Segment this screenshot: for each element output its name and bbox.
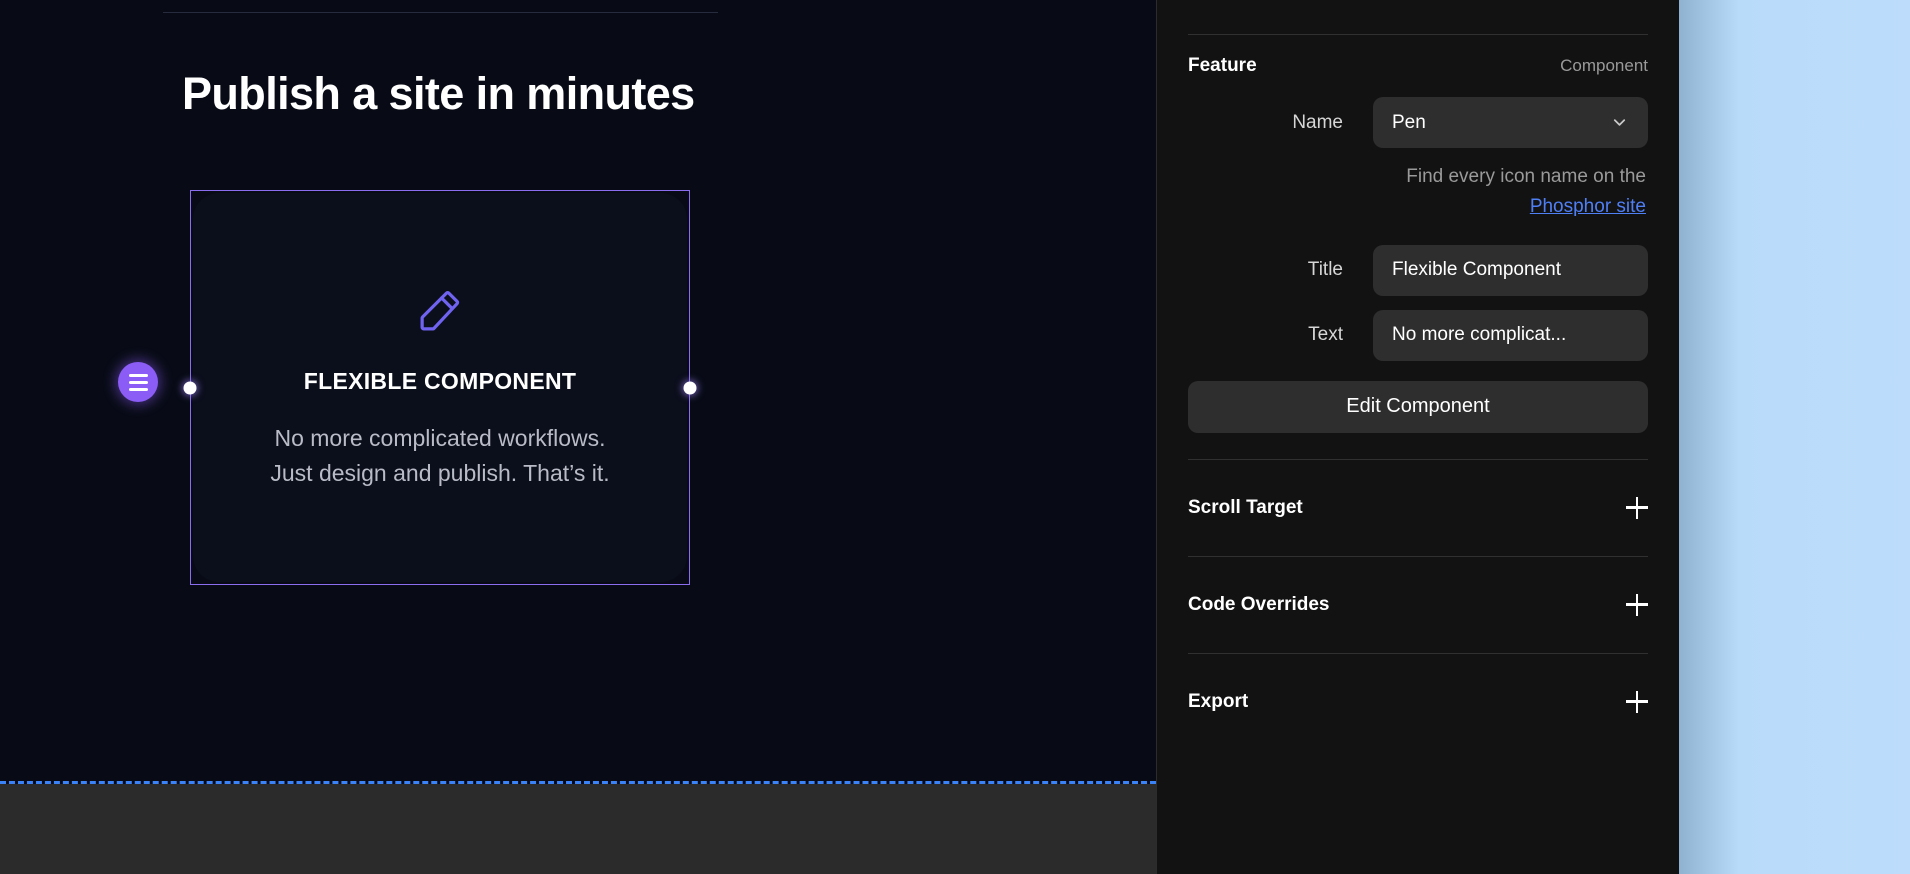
resize-handle-right[interactable] <box>683 381 697 394</box>
feature-section-header: Feature Component <box>1188 35 1648 97</box>
plus-icon[interactable] <box>1626 593 1648 616</box>
layers-icon[interactable] <box>118 362 158 402</box>
design-canvas[interactable]: Publish a site in minutes FLEXIBLE COMPO… <box>0 0 1156 874</box>
collapsible-label: Code Overrides <box>1188 593 1330 615</box>
feature-card[interactable]: FLEXIBLE COMPONENT No more complicated w… <box>193 193 687 582</box>
background-strip <box>1679 0 1910 874</box>
text-value: No more complicat... <box>1392 324 1567 346</box>
title-label: Title <box>1307 259 1343 281</box>
feature-card-text: No more complicated workflows. Just desi… <box>270 425 610 486</box>
section-title: Feature <box>1188 55 1257 76</box>
icon-name-value: Pen <box>1392 111 1426 133</box>
collapsible-label: Export <box>1188 690 1249 712</box>
edit-component-button[interactable]: Edit Component <box>1188 380 1648 433</box>
title-row: Title Flexible Component <box>1188 244 1648 296</box>
icon-name-select[interactable]: Pen <box>1373 97 1648 148</box>
selected-component-frame[interactable]: FLEXIBLE COMPONENT No more complicated w… <box>183 190 697 585</box>
phosphor-site-link[interactable]: Phosphor site <box>1530 196 1646 217</box>
chevron-down-icon <box>1610 113 1629 132</box>
canvas-headline: Publish a site in minutes <box>182 68 695 119</box>
icon-help-text: Find every icon name on the Phosphor sit… <box>1373 162 1648 223</box>
text-row: Text No more complicat... <box>1188 309 1648 361</box>
collapsible-code-overrides[interactable]: Code Overrides <box>1188 557 1648 653</box>
resize-handle-left[interactable] <box>183 381 197 394</box>
collapsible-scroll-target[interactable]: Scroll Target <box>1188 460 1648 556</box>
title-value: Flexible Component <box>1392 259 1561 281</box>
text-label: Text <box>1308 324 1343 346</box>
next-section-area[interactable] <box>0 784 1156 874</box>
plus-icon[interactable] <box>1626 496 1648 519</box>
collapsible-export[interactable]: Export <box>1188 654 1648 750</box>
feature-card-title: FLEXIBLE COMPONENT <box>303 368 577 395</box>
name-label: Name <box>1292 111 1343 133</box>
app-window: Publish a site in minutes FLEXIBLE COMPO… <box>0 0 1910 874</box>
name-row: Name Pen <box>1188 97 1648 148</box>
help-prefix: Find every icon name on the <box>1406 166 1646 187</box>
plus-icon[interactable] <box>1626 690 1648 713</box>
title-input[interactable]: Flexible Component <box>1373 244 1648 296</box>
section-kind: Component <box>1560 56 1648 75</box>
text-input[interactable]: No more complicat... <box>1373 309 1648 361</box>
properties-panel[interactable]: Feature Component Name Pen Find every ic… <box>1156 0 1679 874</box>
pen-icon <box>414 285 466 342</box>
canvas-top-divider <box>163 12 718 13</box>
collapsible-label: Scroll Target <box>1188 496 1303 518</box>
